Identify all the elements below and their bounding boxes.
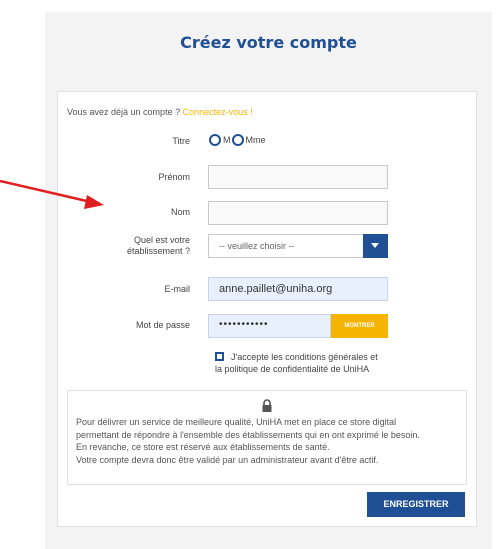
annotation-overlay [0, 179, 104, 209]
red-arrow [0, 179, 104, 209]
